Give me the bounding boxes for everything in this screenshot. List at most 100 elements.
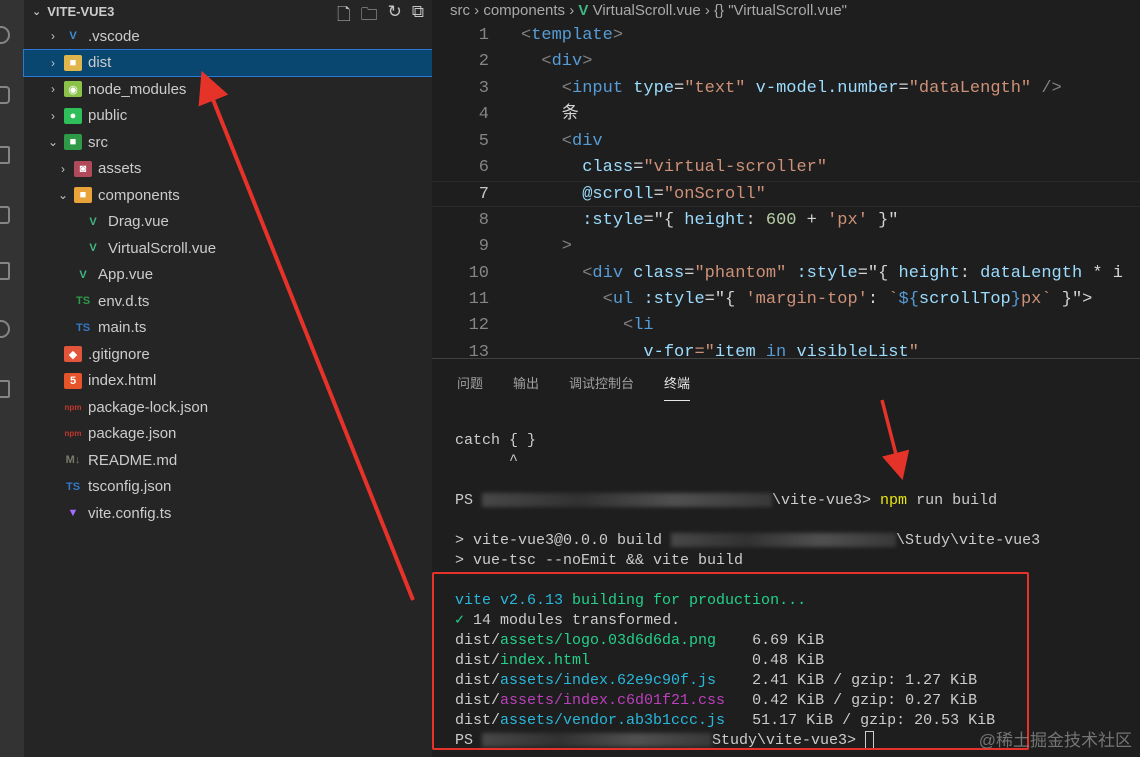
chevron-right-icon[interactable]: › [46, 56, 60, 70]
breadcrumb-src[interactable]: src [450, 2, 470, 19]
code-editor[interactable]: src › components › V VirtualScroll.vue ›… [432, 0, 1140, 358]
remote-explorer-icon[interactable] [0, 206, 10, 224]
panel-tab[interactable]: 调试控制台 [569, 373, 634, 401]
panel-tab[interactable]: 终端 [664, 373, 691, 401]
code-line[interactable]: 5 <div [432, 129, 1140, 155]
code-token: type [633, 78, 675, 98]
folder-item[interactable]: ⌄ ■ src [24, 129, 432, 155]
code-token: ="{ [704, 290, 746, 309]
code-text: v-for="item in visibleList" [521, 340, 918, 358]
code-token: input [572, 78, 624, 98]
code-line[interactable]: 3 <input type="text" v-model.number="dat… [432, 76, 1140, 102]
chevron-down-icon[interactable]: ⌄ [56, 188, 70, 202]
panel-tab[interactable]: 输出 [513, 373, 539, 401]
folder-item[interactable]: › ● public [24, 103, 432, 129]
chevron-down-icon[interactable]: ⌄ [46, 135, 60, 149]
chevron-right-icon[interactable]: › [46, 29, 60, 43]
file-item[interactable]: ◆ .gitignore [24, 341, 432, 367]
terminal-text: run build [907, 492, 998, 509]
code-text: <div [521, 129, 603, 155]
code-line[interactable]: 1 <template> [432, 23, 1140, 49]
code-line[interactable]: 7 @scroll="onScroll" [432, 181, 1140, 208]
file-item[interactable]: V VirtualScroll.vue [24, 235, 432, 261]
code-token: < [521, 26, 532, 45]
file-item[interactable]: npm package.json [24, 421, 432, 447]
file-item[interactable]: TS main.ts [24, 315, 432, 341]
code-line[interactable]: 8 :style="{ height: 600 + 'px' }" [432, 208, 1140, 234]
code-token: ="{ [643, 210, 685, 230]
code-text: <li [521, 313, 654, 339]
chevron-right-icon[interactable]: › [56, 162, 70, 176]
code-line[interactable]: 11 <ul :style="{ 'margin-top': `${scroll… [432, 287, 1140, 313]
breadcrumb-components[interactable]: components [483, 2, 565, 19]
item-label: .vscode [88, 27, 140, 45]
item-label: tsconfig.json [88, 478, 172, 495]
line-number: 13 [468, 342, 489, 358]
folder-item[interactable]: ⌄ ■ components [24, 182, 432, 208]
item-label: src [88, 133, 108, 151]
file-type-icon: 5 [64, 372, 82, 389]
code-line[interactable]: 9 > [432, 234, 1140, 260]
code-line[interactable]: 13 v-for="item in visibleList" [432, 340, 1140, 358]
breadcrumb-symbol[interactable]: {} "VirtualScroll.vue" [714, 2, 847, 19]
source-control-icon[interactable] [0, 86, 10, 104]
breadcrumb-separator: › [569, 2, 575, 19]
code-token: 'margin-top' [745, 290, 868, 309]
explorer-sidebar: ⌄ VITE-VUE3 🗋 🗀 ↻ ⧉ › V .vscode › ■ dist › ◉ nod… [23, 0, 433, 757]
code-line[interactable]: 12 <li [432, 313, 1140, 339]
code-token: item [714, 342, 756, 358]
line-number: 5 [478, 131, 489, 151]
code-line[interactable]: 4 条 [432, 102, 1140, 128]
code-token: > [582, 52, 593, 72]
folder-icon: ◙ [74, 160, 92, 177]
run-debug-icon[interactable] [0, 146, 10, 164]
item-label: assets [98, 160, 142, 177]
folder-icon: ■ [64, 54, 82, 71]
panel-tab[interactable]: 问题 [457, 373, 483, 401]
testing-icon[interactable] [0, 320, 10, 338]
file-item[interactable]: V App.vue [24, 262, 432, 288]
file-item[interactable]: 5 index.html [24, 368, 432, 394]
item-label: Drag.vue [108, 213, 169, 230]
folder-item[interactable]: › ■ dist [23, 48, 433, 77]
item-label: index.html [88, 372, 157, 389]
chevron-right-icon[interactable]: › [46, 82, 60, 96]
timeline-icon[interactable] [0, 380, 10, 398]
file-type-icon: ▼ [67, 507, 79, 519]
code-token: + [796, 210, 828, 230]
code-token: = [898, 78, 909, 98]
extensions-icon[interactable] [0, 262, 10, 280]
terminal-line: ^ [455, 451, 518, 471]
code-token: < [521, 290, 613, 309]
file-item[interactable]: npm package-lock.json [24, 394, 432, 420]
folder-item[interactable]: › V .vscode [24, 23, 432, 49]
code-token: "dataLength" [908, 78, 1032, 98]
chevron-right-icon[interactable]: › [46, 109, 60, 123]
folder-icon: ◉ [64, 81, 82, 97]
file-item[interactable]: M↓ README.md [24, 447, 432, 473]
line-number: 11 [468, 290, 489, 309]
file-item[interactable]: V Drag.vue [24, 209, 432, 235]
folder-item[interactable]: › ◙ assets [24, 156, 432, 182]
file-item[interactable]: TS tsconfig.json [24, 474, 432, 500]
line-number: 2 [478, 52, 489, 72]
annotation-highlight-box [432, 572, 1029, 750]
terminal-text: \vite-vue3> [772, 492, 881, 509]
terminal-text: npm [880, 492, 908, 509]
code-token: in [755, 342, 797, 358]
panel-tabs: 问题 输出 调试控制台 终端 [457, 373, 691, 401]
file-item[interactable]: ▼ vite.config.ts [24, 500, 432, 526]
breadcrumb-separator: › [704, 2, 710, 19]
item-label: components [98, 186, 180, 204]
terminal-line: PS \vite-vue3> npm run build [455, 491, 997, 511]
explorer-title: VITE-VUE3 [47, 3, 115, 19]
search-icon[interactable] [0, 26, 10, 44]
folder-item[interactable]: › ◉ node_modules [24, 76, 432, 102]
code-token: "onScroll" [663, 185, 766, 205]
file-type-icon: npm [64, 402, 82, 412]
code-line[interactable]: 6 class="virtual-scroller" [432, 155, 1140, 181]
code-line[interactable]: 2 <div> [432, 49, 1140, 75]
breadcrumb-file[interactable]: VirtualScroll.vue [593, 2, 701, 19]
file-item[interactable]: TS env.d.ts [24, 288, 432, 314]
code-line[interactable]: 10 <div class="phantom" :style="{ height… [432, 261, 1140, 287]
